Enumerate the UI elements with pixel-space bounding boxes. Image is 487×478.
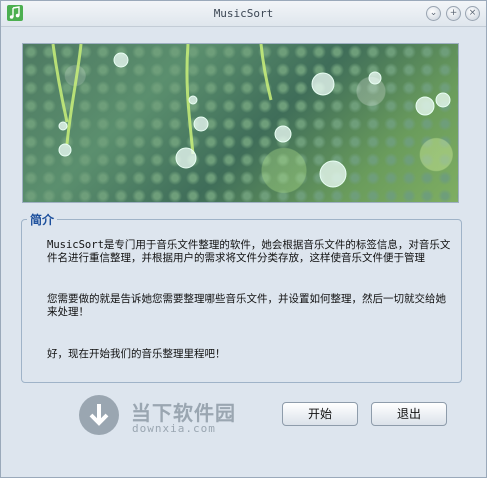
plus-icon: + bbox=[449, 8, 458, 18]
download-icon bbox=[79, 395, 119, 435]
maximize-button[interactable]: + bbox=[446, 6, 461, 21]
banner-image bbox=[22, 43, 459, 203]
intro-paragraph-3: 好，现在开始我们的音乐整理里程吧！ bbox=[47, 348, 226, 360]
close-button[interactable]: × bbox=[465, 6, 480, 21]
intro-group-title: 简介 bbox=[27, 211, 58, 228]
chevron-down-icon: ⌄ bbox=[429, 8, 438, 18]
intro-paragraph-2: 您需要做的就是告诉她您需要整理哪些音乐文件，并设置如何整理，然后一切就交给她来处… bbox=[47, 293, 446, 318]
water-drops-illustration bbox=[51, 44, 451, 188]
intro-paragraph-1: MusicSort是专门用于音乐文件整理的软件，她会根据音乐文件的标签信息，对音… bbox=[47, 239, 451, 264]
close-icon: × bbox=[468, 8, 477, 18]
minimize-button[interactable]: ⌄ bbox=[426, 6, 441, 21]
title-bar[interactable]: MusicSort ⌄ + × bbox=[1, 1, 486, 27]
watermark-url: downxia.com bbox=[132, 422, 216, 435]
exit-button[interactable]: 退出 bbox=[371, 402, 447, 426]
main-window: MusicSort ⌄ + × 简介 MusicSort是专门用于音乐文件整理的… bbox=[0, 0, 487, 478]
window-title: MusicSort bbox=[213, 7, 274, 20]
start-button[interactable]: 开始 bbox=[282, 402, 358, 426]
